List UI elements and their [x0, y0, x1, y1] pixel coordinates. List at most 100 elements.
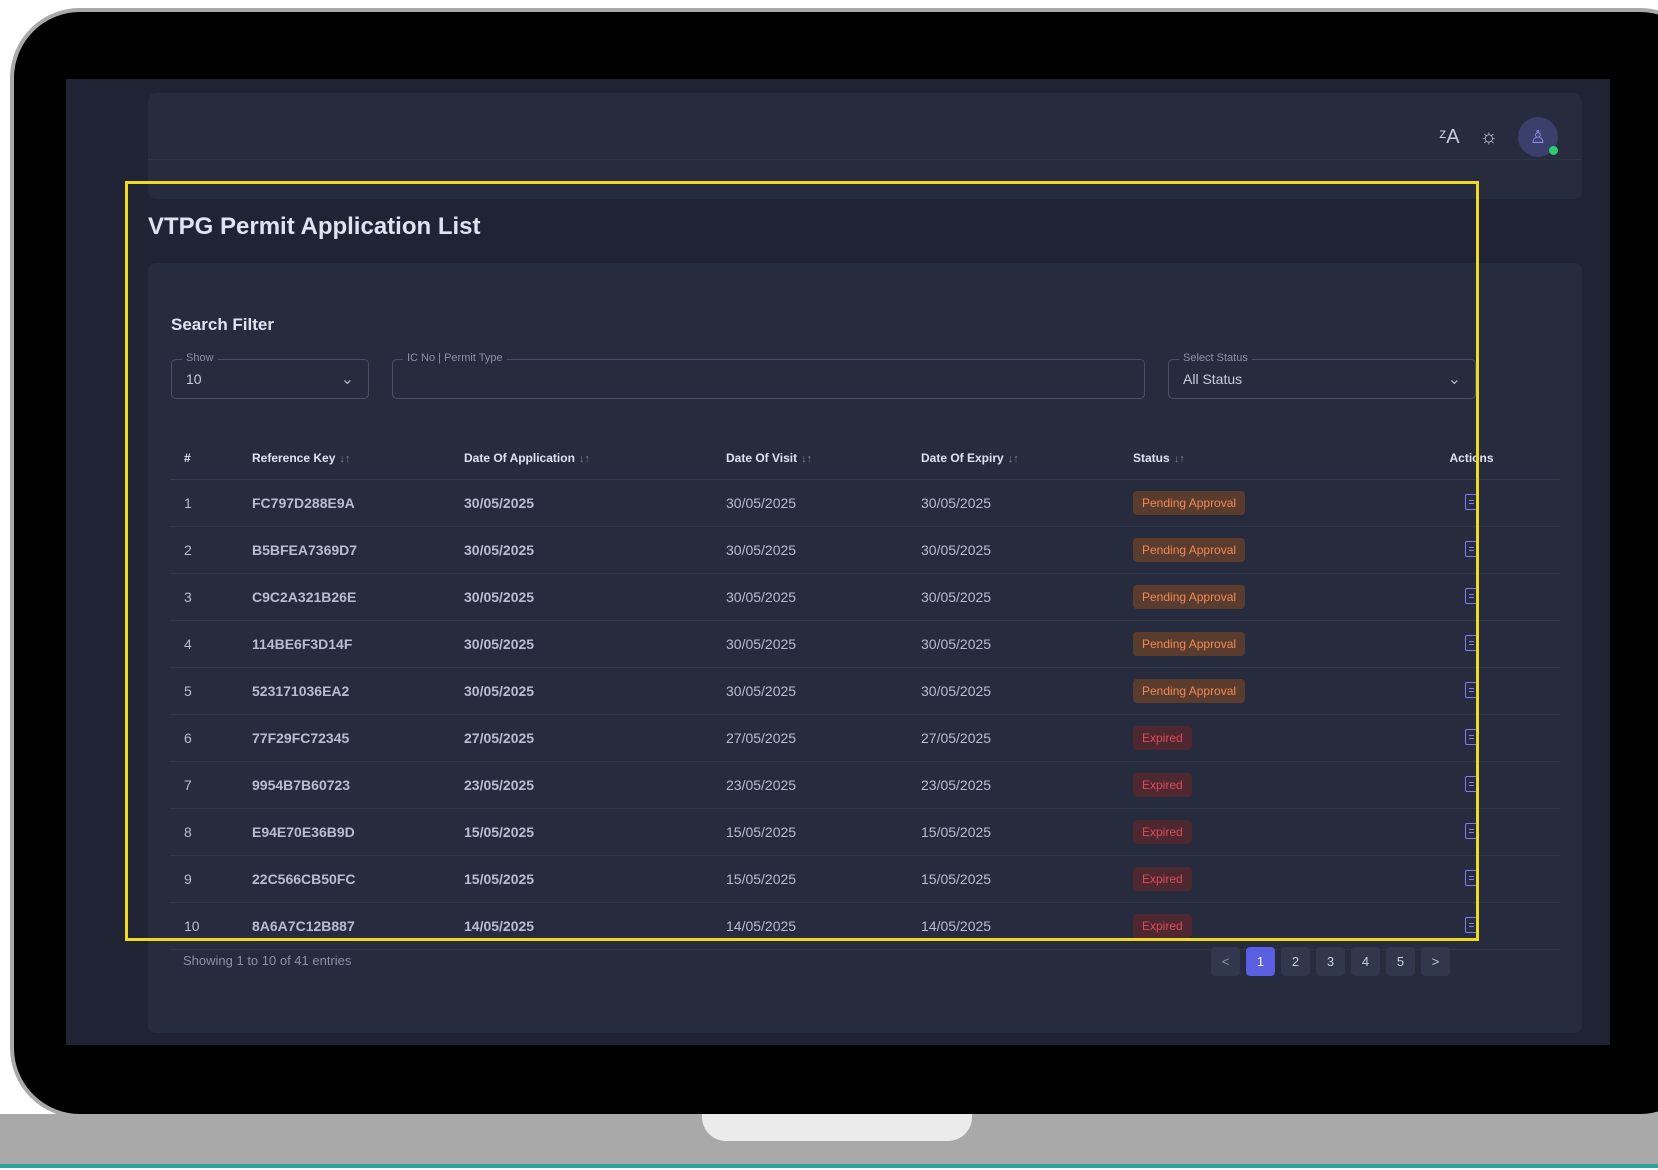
sort-icon[interactable]: ↓↑: [579, 453, 590, 465]
row-index: 3: [170, 573, 238, 621]
view-document-icon[interactable]: [1464, 540, 1479, 557]
column-header-status[interactable]: Status ↓↑: [1119, 437, 1377, 480]
column-header-date-of-expiry[interactable]: Date Of Expiry ↓↑: [907, 437, 1119, 480]
row-index: 6: [170, 714, 238, 762]
sort-icon[interactable]: ↓↑: [801, 453, 812, 465]
column-header-actions: Actions: [1377, 437, 1560, 480]
reference-key: C9C2A321B26E: [238, 573, 450, 621]
show-entries-select[interactable]: Show 10 ⌄: [171, 352, 369, 399]
navbar-divider: [148, 159, 1582, 160]
view-document-icon[interactable]: [1464, 493, 1479, 510]
table-row: 7 9954B7B60723 23/05/2025 23/05/2025 23/05/2…: [170, 761, 1560, 809]
view-document-icon[interactable]: [1464, 634, 1479, 651]
column-header-date-of-application[interactable]: Date Of Application ↓↑: [450, 437, 712, 480]
status-label: Select Status: [1179, 352, 1252, 364]
date-of-visit: 30/05/2025: [712, 667, 907, 715]
view-document-icon[interactable]: [1464, 869, 1479, 886]
date-of-application: 30/05/2025: [450, 526, 712, 574]
column-header-index: #: [170, 437, 238, 480]
next-page-button[interactable]: >: [1421, 947, 1450, 976]
date-of-expiry: 14/05/2025: [907, 902, 1119, 950]
row-index: 9: [170, 855, 238, 903]
table-row: 5 523171036EA2 30/05/2025 30/05/2025 30/05/2…: [170, 667, 1560, 715]
sort-icon[interactable]: ↓↑: [339, 453, 350, 465]
reference-key: 22C566CB50FC: [238, 855, 450, 903]
date-of-expiry: 30/05/2025: [907, 667, 1119, 715]
date-of-visit: 27/05/2025: [712, 714, 907, 762]
actions-cell: [1377, 855, 1560, 903]
date-of-application: 30/05/2025: [450, 479, 712, 527]
row-index: 1: [170, 479, 238, 527]
status-select[interactable]: Select Status All Status ⌄: [1168, 352, 1476, 399]
show-value: 10: [186, 371, 202, 387]
page-button-5[interactable]: 5: [1386, 947, 1415, 976]
chevron-down-icon: ⌄: [340, 371, 354, 388]
page-button-2[interactable]: 2: [1281, 947, 1310, 976]
status-cell: Expired: [1119, 761, 1377, 809]
view-document-icon[interactable]: [1464, 728, 1479, 745]
date-of-expiry: 15/05/2025: [907, 855, 1119, 903]
page-button-1[interactable]: 1: [1246, 947, 1275, 976]
status-badge: Pending Approval: [1133, 632, 1246, 656]
table-row: 8 E94E70E36B9D 15/05/2025 15/05/2025 15/05/2…: [170, 808, 1560, 856]
actions-cell: [1377, 526, 1560, 574]
permit-list-card: Search Filter Show 10 ⌄ IC No | Permit T…: [148, 263, 1582, 1033]
reference-key: 9954B7B60723: [238, 761, 450, 809]
status-cell: Pending Approval: [1119, 526, 1377, 574]
prev-page-button[interactable]: <: [1211, 947, 1240, 976]
navbar: ᶻA ☼ ♙: [148, 93, 1582, 199]
sort-icon[interactable]: ↓↑: [1008, 453, 1019, 465]
status-badge: Expired: [1133, 773, 1192, 797]
date-of-application: 30/05/2025: [450, 573, 712, 621]
date-of-visit: 15/05/2025: [712, 855, 907, 903]
view-document-icon[interactable]: [1464, 587, 1479, 604]
status-cell: Pending Approval: [1119, 479, 1377, 527]
sun-icon[interactable]: ☼: [1480, 126, 1498, 149]
avatar[interactable]: ♙: [1518, 117, 1558, 157]
page-button-4[interactable]: 4: [1351, 947, 1380, 976]
sort-icon[interactable]: ↓↑: [1174, 453, 1185, 465]
column-header-reference-key[interactable]: Reference Key ↓↑: [238, 437, 450, 480]
row-index: 7: [170, 761, 238, 809]
reference-key: 8A6A7C12B887: [238, 902, 450, 950]
status-cell: Expired: [1119, 808, 1377, 856]
row-index: 10: [170, 902, 238, 950]
status-cell: Expired: [1119, 855, 1377, 903]
view-document-icon[interactable]: [1464, 775, 1479, 792]
actions-cell: [1377, 714, 1560, 762]
table-row: 3 C9C2A321B26E 30/05/2025 30/05/2025 30/05/2…: [170, 573, 1560, 621]
view-document-icon[interactable]: [1464, 681, 1479, 698]
view-document-icon[interactable]: [1464, 916, 1479, 933]
date-of-visit: 15/05/2025: [712, 808, 907, 856]
status-badge: Pending Approval: [1133, 679, 1246, 703]
date-of-visit: 14/05/2025: [712, 902, 907, 950]
date-of-application: 30/05/2025: [450, 620, 712, 668]
date-of-expiry: 15/05/2025: [907, 808, 1119, 856]
date-of-application: 30/05/2025: [450, 667, 712, 715]
show-label: Show: [182, 352, 218, 364]
page-button-3[interactable]: 3: [1316, 947, 1345, 976]
search-label: IC No | Permit Type: [403, 352, 507, 364]
translate-icon[interactable]: ᶻA: [1439, 126, 1460, 149]
row-index: 8: [170, 808, 238, 856]
date-of-visit: 30/05/2025: [712, 620, 907, 668]
date-of-visit: 30/05/2025: [712, 526, 907, 574]
page-title: VTPG Permit Application List: [148, 213, 481, 240]
date-of-expiry: 30/05/2025: [907, 620, 1119, 668]
user-icon: ♙: [1529, 126, 1547, 147]
column-header-date-of-visit[interactable]: Date Of Visit ↓↑: [712, 437, 907, 480]
date-of-application: 15/05/2025: [450, 855, 712, 903]
status-cell: Pending Approval: [1119, 573, 1377, 621]
permit-table: # Reference Key ↓↑ Date Of Application ↓↑ …: [170, 437, 1560, 950]
search-input[interactable]: IC No | Permit Type: [392, 352, 1145, 399]
view-document-icon[interactable]: [1464, 822, 1479, 839]
status-badge: Pending Approval: [1133, 585, 1246, 609]
search-filter-title: Search Filter: [171, 315, 274, 334]
status-badge: Expired: [1133, 914, 1192, 938]
status-cell: Pending Approval: [1119, 620, 1377, 668]
reference-key: 114BE6F3D14F: [238, 620, 450, 668]
date-of-application: 14/05/2025: [450, 902, 712, 950]
actions-cell: [1377, 808, 1560, 856]
row-index: 2: [170, 526, 238, 574]
date-of-visit: 30/05/2025: [712, 479, 907, 527]
